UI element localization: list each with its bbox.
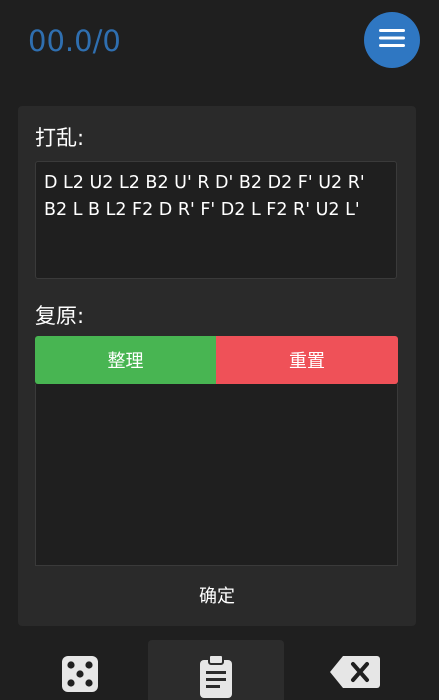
reset-button[interactable]: 重置 — [216, 336, 398, 384]
tab-backspace[interactable] — [310, 640, 400, 700]
scramble-text: D L2 U2 L2 B2 U' R D' B2 D2 F' U2 R' B2 … — [35, 161, 397, 279]
score-display: 00.0/0 — [28, 24, 121, 58]
clipboard-icon — [198, 640, 234, 700]
confirm-button[interactable]: 确定 — [18, 582, 416, 608]
tab-clipboard[interactable] — [148, 640, 284, 700]
hamburger-menu-icon — [379, 28, 405, 52]
backspace-icon — [329, 640, 381, 694]
solve-input-area[interactable] — [35, 384, 398, 566]
menu-button[interactable] — [364, 12, 420, 68]
tidy-button[interactable]: 整理 — [35, 336, 216, 384]
solve-label: 复原: — [35, 304, 85, 328]
bottom-nav — [0, 640, 439, 700]
solve-button-row: 整理 重置 — [35, 336, 398, 384]
tab-dice[interactable] — [40, 640, 120, 700]
dice-icon — [60, 640, 100, 698]
app-screen: 00.0/0 打乱: D L2 U2 L2 B2 U' R D' B2 D2 F… — [0, 0, 439, 700]
scramble-label: 打乱: — [35, 126, 85, 150]
scramble-card: 打乱: D L2 U2 L2 B2 U' R D' B2 D2 F' U2 R'… — [18, 106, 416, 626]
